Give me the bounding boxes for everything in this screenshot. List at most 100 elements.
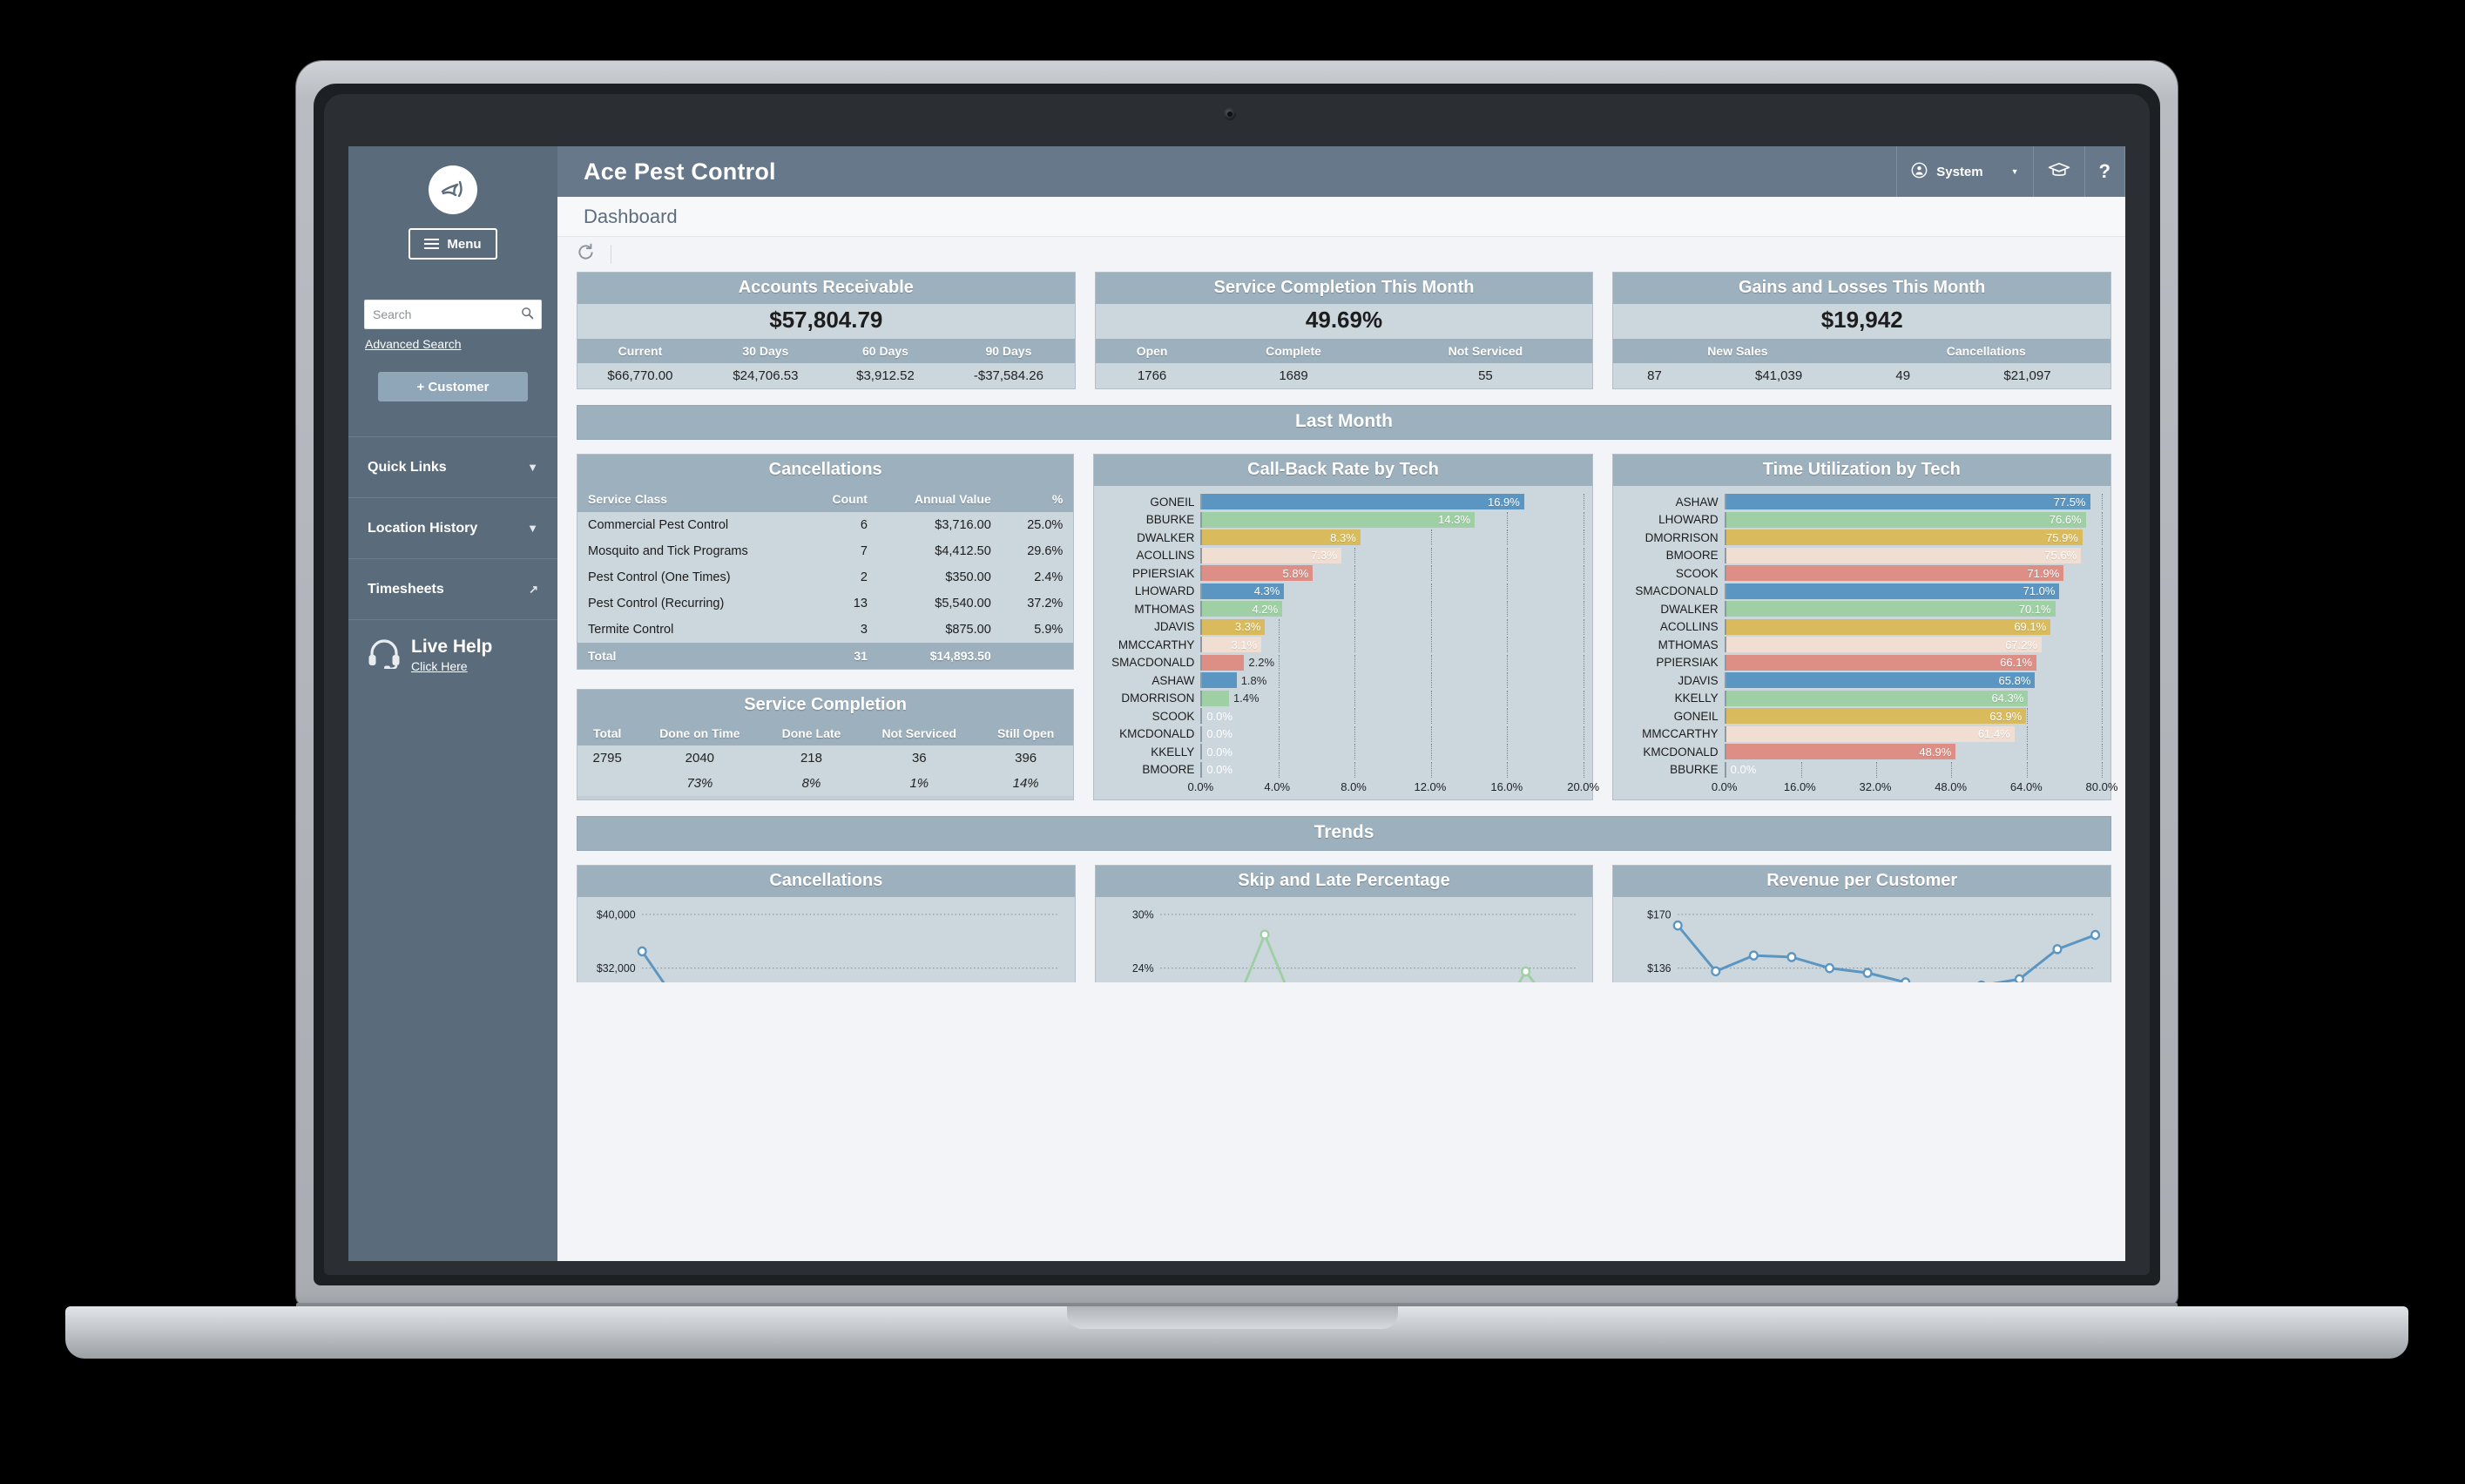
card-title: Time Utilization by Tech: [1612, 455, 2110, 486]
bar-row: SMACDONALD 71.0%: [1622, 583, 2103, 601]
cell: $3,716.00: [877, 512, 1002, 538]
sidebar-item-label: Timesheets: [368, 581, 444, 597]
bar: 1.8%: [1202, 672, 1266, 689]
bar-label: LHOWARD: [1134, 584, 1195, 598]
bar-value-label: 0.0%: [1730, 763, 1757, 777]
kpi-value: $57,804.79: [577, 304, 1075, 339]
sidebar-item-timesheets[interactable]: Timesheets ↗: [348, 559, 557, 620]
bar: 4.2%: [1202, 601, 1283, 617]
grid-lines: [1202, 761, 1584, 778]
bar-value-label: 0.0%: [1206, 727, 1232, 741]
cell: [577, 771, 638, 796]
kpi-row: Accounts Receivable $57,804.79 Current 3…: [577, 272, 2112, 389]
bar-value-label: 76.6%: [2049, 513, 2082, 527]
cell: $41,039: [1695, 363, 1862, 388]
bar-label: JDAVIS: [1154, 620, 1195, 634]
bar-value-label: 0.0%: [1206, 763, 1232, 777]
bar: 4.3%: [1202, 583, 1285, 599]
training-button[interactable]: [2032, 146, 2084, 197]
bar-value-label: 16.9%: [1487, 495, 1520, 509]
cell: 2.4%: [1001, 564, 1074, 590]
bar-row: BBURKE 14.3%: [1103, 511, 1584, 530]
top-bar-actions: System ▼ ?: [1896, 146, 2125, 197]
card-title: Cancellations: [577, 455, 1074, 486]
live-help-subtitle[interactable]: Click Here: [411, 659, 468, 673]
application-window: Menu Search Advanced Search + Customer Q…: [348, 146, 2125, 1261]
advanced-search-link[interactable]: Advanced Search: [365, 337, 557, 351]
bar-label: DWALKER: [1137, 530, 1195, 544]
bar-value-label: 7.3%: [1311, 549, 1337, 563]
bar-track: 64.3%: [1724, 690, 2103, 706]
bar-track: 1.4%: [1200, 690, 1584, 706]
column-header: Current: [577, 339, 703, 363]
table-header-row: Current 30 Days 60 Days 90 Days: [577, 339, 1075, 363]
cell: 49: [1861, 363, 1944, 388]
bar: 63.9%: [1726, 708, 2027, 725]
bar-value-label: 71.9%: [2027, 566, 2060, 580]
bar: 77.5%: [1726, 494, 2090, 510]
bar-track: 76.6%: [1724, 511, 2103, 528]
bar-label: BBURKE: [1670, 763, 1719, 777]
search-icon[interactable]: [521, 307, 534, 323]
bar-row: LHOWARD 76.6%: [1622, 511, 2103, 530]
table-header-row: Service Class Count Annual Value %: [577, 486, 1074, 512]
bar-value-label: 0.0%: [1206, 745, 1232, 759]
bar-value-label: 4.3%: [1253, 584, 1280, 598]
bar-row: MTHOMAS 67.2%: [1622, 636, 2103, 654]
bar-track: 63.9%: [1724, 708, 2103, 725]
bar-label: DWALKER: [1660, 602, 1719, 616]
bar-value-label: 8.3%: [1330, 530, 1356, 544]
column-header: 60 Days: [827, 339, 943, 363]
service-completion-table: Total Done on Time Done Late Not Service…: [577, 721, 1074, 796]
sidebar-item-quick-links[interactable]: Quick Links ▼: [348, 437, 557, 498]
cell: $350.00: [877, 564, 1002, 590]
bar-row: BBURKE 0.0%: [1622, 761, 2103, 779]
bar-label: LHOWARD: [1658, 513, 1719, 527]
card-title: Revenue per Customer: [1613, 866, 2111, 897]
cell: 1766: [1095, 363, 1209, 388]
bar: 69.1%: [1726, 618, 2051, 635]
grid-lines: [1202, 725, 1584, 742]
axis-spacer: [1622, 780, 1725, 798]
search-input[interactable]: Search: [364, 300, 542, 329]
menu-button[interactable]: Menu: [409, 228, 497, 260]
cell: 7: [807, 538, 878, 564]
column-header: Complete: [1208, 339, 1379, 363]
add-customer-button[interactable]: + Customer: [378, 372, 528, 401]
x-axis: 0.0% 4.0% 8.0% 12.0% 16.0% 20.0%: [1103, 779, 1600, 798]
bar-track: 2.2%: [1200, 654, 1584, 671]
sidebar-item-location-history[interactable]: Location History ▼: [348, 498, 557, 559]
screen-viewport: Menu Search Advanced Search + Customer Q…: [348, 146, 2125, 1261]
bar-row: PPIERSIAK 5.8%: [1103, 564, 1584, 583]
cell: 2795: [577, 745, 638, 771]
bar: 16.9%: [1202, 494, 1524, 510]
bar-label: MTHOMAS: [1658, 637, 1719, 651]
cell: 73%: [637, 771, 763, 796]
bar-track: 5.8%: [1200, 565, 1584, 582]
bar-row: SCOOK 71.9%: [1622, 564, 2103, 583]
bar-track: 1.8%: [1200, 672, 1584, 689]
time-utilization-chart: ASHAW 77.5% LHOWARD 76.6% DMORRISON 75.9% BMOO…: [1612, 486, 2117, 799]
section-band-trends: Trends: [577, 816, 2111, 851]
table-row: Pest Control (Recurring) 13 $5,540.00 37.2%: [577, 590, 1074, 617]
breadcrumb: Dashboard: [584, 205, 678, 227]
bar-row: ASHAW 1.8%: [1103, 671, 1584, 690]
column-header: Count: [807, 486, 878, 512]
bar-value-label: 65.8%: [1998, 673, 2031, 687]
trend-skip-late-card: Skip and Late Percentage 30%24%18%12%: [1094, 865, 1594, 982]
dashboard-content: Accounts Receivable $57,804.79 Current 3…: [557, 272, 2125, 1261]
user-menu-button[interactable]: System ▼: [1896, 146, 2032, 197]
cell: Total: [577, 643, 807, 669]
cell: 218: [762, 745, 861, 771]
svg-text:$40,000: $40,000: [597, 908, 636, 921]
axis-tick-label: 16.0%: [1490, 780, 1523, 793]
live-help-button[interactable]: Live Help Click Here: [348, 620, 557, 691]
table-row: Commercial Pest Control 6 $3,716.00 25.0%: [577, 512, 1074, 538]
table-row: 1766 1689 55: [1095, 363, 1593, 388]
bar-track: 3.3%: [1200, 618, 1584, 635]
help-button[interactable]: ?: [2083, 146, 2125, 197]
column-header: Still Open: [977, 721, 1074, 745]
refresh-icon[interactable]: [577, 243, 595, 266]
bar-track: 69.1%: [1724, 618, 2103, 635]
cell: 36: [860, 745, 978, 771]
